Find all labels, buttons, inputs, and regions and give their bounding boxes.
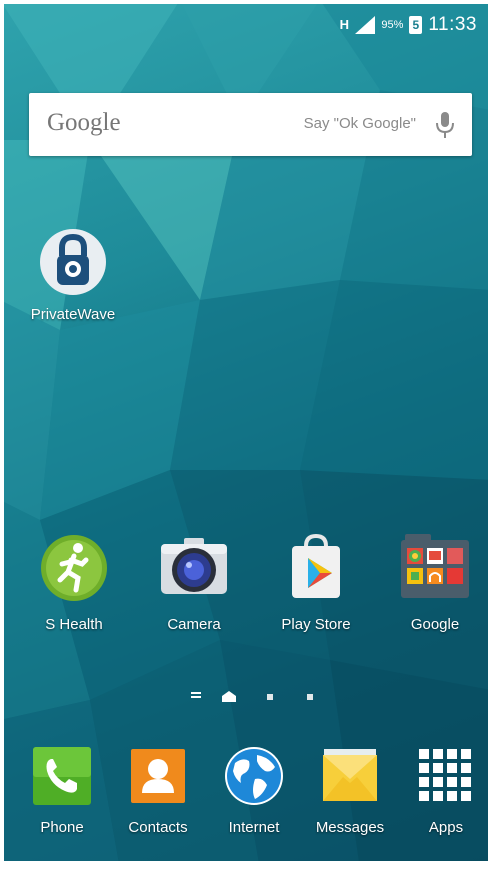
signal-icon (355, 16, 376, 34)
dock-phone[interactable]: Phone (12, 745, 112, 836)
frame-border (0, 0, 4, 869)
home-screen: H 95% 5 11:33 Google Say "Ok Google" Pri… (0, 0, 491, 869)
dock-internet[interactable]: Internet (204, 745, 304, 836)
app-google-folder[interactable]: Google (385, 532, 485, 633)
battery-icon: 5 (409, 16, 423, 34)
page-dot (267, 694, 273, 700)
app-label: Google (410, 616, 460, 633)
app-label: PrivateWave (30, 306, 116, 323)
dock-apps[interactable]: Apps (396, 745, 491, 836)
frame-border (0, 0, 491, 4)
camera-icon (158, 532, 230, 604)
app-label: Phone (40, 819, 84, 836)
frame-border (0, 861, 491, 869)
dock-contacts[interactable]: Contacts (108, 745, 208, 836)
app-label: Contacts (128, 819, 188, 836)
app-label: Play Store (281, 616, 351, 633)
grid-icon (415, 745, 477, 807)
microphone-icon[interactable] (434, 110, 456, 140)
phone-icon (31, 745, 93, 807)
voice-search-hint: Say "Ok Google" (303, 115, 416, 132)
app-label: Messages (315, 819, 385, 836)
app-label: Apps (428, 819, 464, 836)
play-store-icon (280, 532, 352, 604)
app-play-store[interactable]: Play Store (266, 532, 366, 633)
battery-percent: 95% (381, 19, 404, 31)
app-camera[interactable]: Camera (144, 532, 244, 633)
google-search-widget[interactable]: Google Say "Ok Google" (29, 93, 472, 156)
contacts-icon (127, 745, 189, 807)
lock-phone-icon (37, 226, 109, 298)
page-dot (307, 694, 313, 700)
menu-page-icon (191, 692, 201, 698)
dock-messages[interactable]: Messages (300, 745, 400, 836)
app-s-health[interactable]: S Health (24, 532, 124, 633)
page-indicator[interactable] (188, 689, 328, 703)
status-bar: H 95% 5 11:33 (339, 10, 477, 40)
app-label: Camera (167, 616, 221, 633)
google-folder-icon (399, 532, 471, 604)
network-type-icon: H (339, 17, 350, 32)
globe-icon (221, 745, 287, 807)
google-logo: Google (47, 109, 121, 136)
app-label: Internet (228, 819, 280, 836)
app-label: S Health (45, 616, 103, 633)
app-privatewave[interactable]: PrivateWave (23, 226, 123, 323)
home-page-icon (222, 691, 236, 702)
envelope-icon (319, 745, 381, 807)
clock: 11:33 (428, 14, 477, 35)
runner-icon (38, 532, 110, 604)
